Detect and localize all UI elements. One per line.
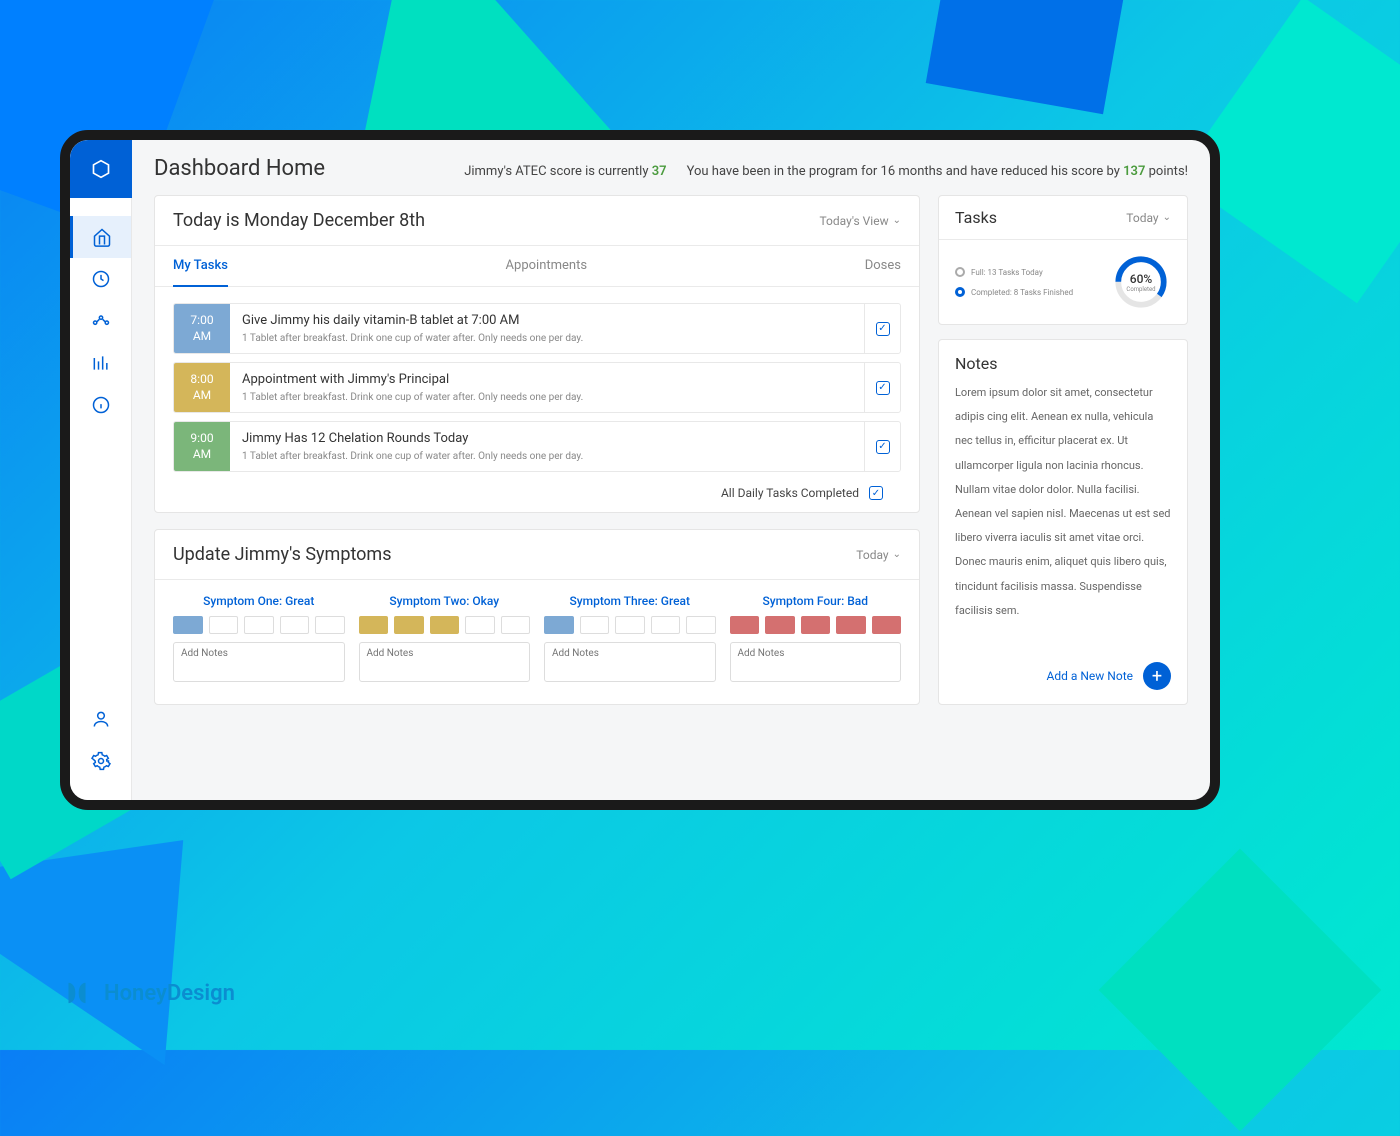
symptoms-title: Update Jimmy's Symptoms xyxy=(173,544,392,565)
hexagon-icon xyxy=(91,159,111,179)
logo[interactable] xyxy=(70,140,132,198)
chevron-down-icon: ⌄ xyxy=(893,215,901,226)
task-time: 8:00AM xyxy=(174,363,230,412)
task-row: 7:00AM Give Jimmy his daily vitamin-B ta… xyxy=(173,303,901,354)
symptom-grid: Symptom One: Great Symptom Two: Okay Sym… xyxy=(155,580,919,704)
task-time: 9:00AM xyxy=(174,422,230,471)
task-desc: 1 Tablet after breakfast. Drink one cup … xyxy=(242,392,852,403)
nav-analytics[interactable] xyxy=(70,342,131,384)
info-icon xyxy=(91,395,111,415)
task-time: 7:00AM xyxy=(174,304,230,353)
legend-circle-icon xyxy=(955,267,965,277)
symptom-label: Symptom One: Great xyxy=(173,594,345,608)
symptom-col: Symptom One: Great xyxy=(173,594,345,686)
symptom-notes-input[interactable] xyxy=(730,642,902,682)
notes-card: Notes Lorem ipsum dolor sit amet, consec… xyxy=(938,339,1188,705)
honeydesign-logo-icon xyxy=(60,976,94,1010)
page-title: Dashboard Home xyxy=(154,156,325,181)
today-tabs: My Tasks Appointments Doses xyxy=(155,246,919,287)
header-score-msg: Jimmy's ATEC score is currently 37 xyxy=(464,164,666,179)
symptom-col: Symptom Two: Okay xyxy=(359,594,531,686)
clock-icon xyxy=(91,269,111,289)
task-desc: 1 Tablet after breakfast. Drink one cup … xyxy=(242,333,852,344)
nav-home[interactable] xyxy=(70,216,131,258)
tab-appointments[interactable]: Appointments xyxy=(506,246,588,286)
tasks-legend: Full: 13 Tasks Today Completed: 8 Tasks … xyxy=(955,267,1099,297)
symptom-col: Symptom Four: Bad xyxy=(730,594,902,686)
brand-name: HoneyDesign xyxy=(104,981,235,1006)
chevron-down-icon: ⌄ xyxy=(1163,212,1171,223)
today-view-dropdown[interactable]: Today's View⌄ xyxy=(819,214,901,228)
all-complete-row: All Daily Tasks Completed ✓ xyxy=(173,480,901,500)
tablet-frame: Dashboard Home Jimmy's ATEC score is cur… xyxy=(60,130,1220,810)
symptom-notes-input[interactable] xyxy=(544,642,716,682)
tasks-title: Tasks xyxy=(955,208,997,227)
today-card: Today is Monday December 8th Today's Vie… xyxy=(154,195,920,513)
today-title: Today is Monday December 8th xyxy=(173,210,425,231)
symptom-label: Symptom Three: Great xyxy=(544,594,716,608)
home-icon xyxy=(92,227,112,247)
task-list: 7:00AM Give Jimmy his daily vitamin-B ta… xyxy=(155,287,919,512)
tasks-dropdown[interactable]: Today⌄ xyxy=(1126,211,1171,225)
task-title: Jimmy Has 12 Chelation Rounds Today xyxy=(242,431,852,446)
user-icon xyxy=(91,709,111,729)
task-checkbox[interactable]: ✓ xyxy=(864,422,900,471)
add-note-link[interactable]: Add a New Note xyxy=(1047,669,1133,683)
symptom-label: Symptom Two: Okay xyxy=(359,594,531,608)
main-content: Dashboard Home Jimmy's ATEC score is cur… xyxy=(132,140,1210,800)
nav-history[interactable] xyxy=(70,258,131,300)
brand-footer: HoneyDesign xyxy=(60,976,235,1010)
nav-settings[interactable] xyxy=(70,740,131,782)
task-title: Appointment with Jimmy's Principal xyxy=(242,372,852,387)
notes-body: Lorem ipsum dolor sit amet, consectetur … xyxy=(939,381,1187,648)
sidebar xyxy=(70,140,132,800)
symptom-col: Symptom Three: Great xyxy=(544,594,716,686)
chevron-down-icon: ⌄ xyxy=(893,549,901,560)
symptom-notes-input[interactable] xyxy=(359,642,531,682)
nodes-icon xyxy=(91,311,111,331)
header-program-msg: You have been in the program for 16 mont… xyxy=(687,164,1188,179)
nav-info[interactable] xyxy=(70,384,131,426)
tab-doses[interactable]: Doses xyxy=(865,246,901,286)
tab-my-tasks[interactable]: My Tasks xyxy=(173,246,228,287)
add-note-button[interactable]: + xyxy=(1143,662,1171,690)
all-complete-checkbox[interactable]: ✓ xyxy=(869,486,883,500)
task-checkbox[interactable]: ✓ xyxy=(864,304,900,353)
task-row: 9:00AM Jimmy Has 12 Chelation Rounds Tod… xyxy=(173,421,901,472)
tasks-donut-chart: 60%Completed xyxy=(1111,252,1171,312)
symptom-rating[interactable] xyxy=(173,616,345,634)
nav-profile[interactable] xyxy=(70,698,131,740)
notes-title: Notes xyxy=(939,340,1187,381)
plus-icon: + xyxy=(1152,666,1162,687)
symptom-rating[interactable] xyxy=(730,616,902,634)
tasks-summary-card: Tasks Today⌄ Full: 13 Tasks Today Comple… xyxy=(938,195,1188,325)
symptom-notes-input[interactable] xyxy=(173,642,345,682)
task-checkbox[interactable]: ✓ xyxy=(864,363,900,412)
nav-workflow[interactable] xyxy=(70,300,131,342)
gear-icon xyxy=(91,751,111,771)
header: Dashboard Home Jimmy's ATEC score is cur… xyxy=(154,156,1188,181)
legend-circle-icon xyxy=(955,287,965,297)
symptom-rating[interactable] xyxy=(359,616,531,634)
task-desc: 1 Tablet after breakfast. Drink one cup … xyxy=(242,451,852,462)
symptoms-dropdown[interactable]: Today⌄ xyxy=(856,548,901,562)
symptoms-card: Update Jimmy's Symptoms Today⌄ Symptom O… xyxy=(154,529,920,705)
bar-chart-icon xyxy=(91,353,111,373)
symptom-label: Symptom Four: Bad xyxy=(730,594,902,608)
task-title: Give Jimmy his daily vitamin-B tablet at… xyxy=(242,313,852,328)
symptom-rating[interactable] xyxy=(544,616,716,634)
task-row: 8:00AM Appointment with Jimmy's Principa… xyxy=(173,362,901,413)
